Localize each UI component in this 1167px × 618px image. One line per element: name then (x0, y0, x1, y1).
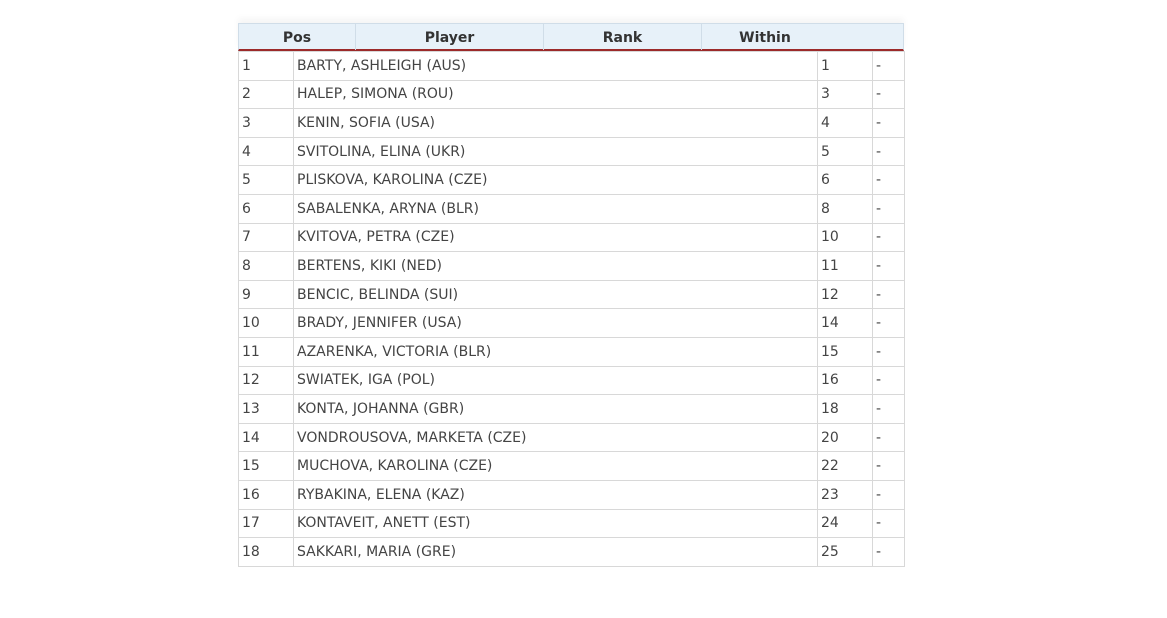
cell-within: - (872, 451, 905, 481)
cell-pos: 6 (238, 193, 294, 224)
cell-pos: 17 (238, 508, 294, 539)
cell-player: KVITOVA, PETRA (CZE) (293, 222, 818, 253)
table-row: 14 VONDROUSOVA, MARKETA (CZE) 20- (238, 422, 905, 453)
cell-rank: 11 (817, 251, 873, 281)
cell-pos: 16 (238, 479, 294, 510)
cell-pos: 1 (238, 51, 294, 81)
table-row: 18 SAKKARI, MARIA (GRE) 25- (238, 537, 905, 567)
cell-rank: 23 (817, 479, 873, 510)
cell-pos: 11 (238, 336, 294, 367)
cell-player: KONTA, JOHANNA (GBR) (293, 394, 818, 424)
header-pos[interactable]: Pos (239, 24, 356, 50)
cell-within: - (872, 165, 905, 195)
cell-rank: 1 (817, 51, 873, 81)
cell-rank: 22 (817, 451, 873, 481)
cell-pos: 7 (238, 222, 294, 253)
table-row: 6 SABALENKA, ARYNA (BLR) 8- (238, 193, 905, 224)
table-row: 5 PLISKOVA, KAROLINA (CZE) 6- (238, 165, 905, 195)
cell-player: AZARENKA, VICTORIA (BLR) (293, 336, 818, 367)
cell-within: - (872, 108, 905, 138)
cell-within: - (872, 508, 905, 539)
cell-within: - (872, 394, 905, 424)
table-row: 13 KONTA, JOHANNA (GBR) 18- (238, 394, 905, 424)
cell-rank: 18 (817, 394, 873, 424)
cell-rank: 5 (817, 136, 873, 167)
table-row: 3 KENIN, SOFIA (USA) 4- (238, 108, 905, 138)
table-row: 11 AZARENKA, VICTORIA (BLR) 15- (238, 336, 905, 367)
cell-player: KONTAVEIT, ANETT (EST) (293, 508, 818, 539)
table-header: Pos Player Rank Within (238, 23, 904, 51)
cell-rank: 3 (817, 79, 873, 110)
header-rank[interactable]: Rank (544, 24, 702, 50)
header-player[interactable]: Player (356, 24, 544, 50)
cell-within: - (872, 193, 905, 224)
cell-within: - (872, 308, 905, 338)
cell-pos: 8 (238, 251, 294, 281)
cell-rank: 20 (817, 422, 873, 453)
cell-pos: 2 (238, 79, 294, 110)
cell-player: BRADY, JENNIFER (USA) (293, 308, 818, 338)
cell-within: - (872, 251, 905, 281)
cell-within: - (872, 51, 905, 81)
table-row: 15 MUCHOVA, KAROLINA (CZE) 22- (238, 451, 905, 481)
cell-player: BERTENS, KIKI (NED) (293, 251, 818, 281)
cell-player: SABALENKA, ARYNA (BLR) (293, 193, 818, 224)
cell-rank: 6 (817, 165, 873, 195)
cell-player: PLISKOVA, KAROLINA (CZE) (293, 165, 818, 195)
cell-player: MUCHOVA, KAROLINA (CZE) (293, 451, 818, 481)
table-row: 2 HALEP, SIMONA (ROU) 3- (238, 79, 905, 110)
cell-within: - (872, 79, 905, 110)
table-row: 8 BERTENS, KIKI (NED) 11- (238, 251, 905, 281)
cell-rank: 24 (817, 508, 873, 539)
table-row: 9 BENCIC, BELINDA (SUI) 12- (238, 279, 905, 310)
cell-pos: 4 (238, 136, 294, 167)
header-within[interactable]: Within (702, 24, 904, 50)
table-body: 1 BARTY, ASHLEIGH (AUS) 1-2 HALEP, SIMONA (… (238, 51, 905, 567)
cell-within: - (872, 537, 905, 567)
cell-rank: 15 (817, 336, 873, 367)
cell-pos: 9 (238, 279, 294, 310)
cell-within: - (872, 279, 905, 310)
table-row: 12 SWIATEK, IGA (POL) 16- (238, 365, 905, 396)
cell-player: RYBAKINA, ELENA (KAZ) (293, 479, 818, 510)
cell-rank: 25 (817, 537, 873, 567)
cell-within: - (872, 222, 905, 253)
cell-rank: 10 (817, 222, 873, 253)
cell-within: - (872, 336, 905, 367)
cell-within: - (872, 365, 905, 396)
cell-pos: 15 (238, 451, 294, 481)
cell-rank: 8 (817, 193, 873, 224)
table-row: 17 KONTAVEIT, ANETT (EST) 24- (238, 508, 905, 539)
cell-player: SAKKARI, MARIA (GRE) (293, 537, 818, 567)
cell-within: - (872, 479, 905, 510)
cell-pos: 3 (238, 108, 294, 138)
cell-player: VONDROUSOVA, MARKETA (CZE) (293, 422, 818, 453)
cell-rank: 12 (817, 279, 873, 310)
cell-pos: 12 (238, 365, 294, 396)
table-row: 4 SVITOLINA, ELINA (UKR) 5- (238, 136, 905, 167)
cell-pos: 13 (238, 394, 294, 424)
cell-player: KENIN, SOFIA (USA) (293, 108, 818, 138)
table-row: 10 BRADY, JENNIFER (USA) 14- (238, 308, 905, 338)
cell-player: SVITOLINA, ELINA (UKR) (293, 136, 818, 167)
cell-within: - (872, 136, 905, 167)
cell-player: HALEP, SIMONA (ROU) (293, 79, 818, 110)
table-row: 1 BARTY, ASHLEIGH (AUS) 1- (238, 51, 905, 81)
cell-player: BENCIC, BELINDA (SUI) (293, 279, 818, 310)
table-row: 7 KVITOVA, PETRA (CZE) 10- (238, 222, 905, 253)
rankings-table: Pos Player Rank Within 1 BARTY, ASHLEIGH … (238, 23, 905, 567)
cell-pos: 10 (238, 308, 294, 338)
cell-rank: 4 (817, 108, 873, 138)
cell-pos: 14 (238, 422, 294, 453)
header-within-label: Within (739, 30, 791, 46)
cell-rank: 14 (817, 308, 873, 338)
cell-rank: 16 (817, 365, 873, 396)
cell-within: - (872, 422, 905, 453)
cell-player: SWIATEK, IGA (POL) (293, 365, 818, 396)
cell-pos: 5 (238, 165, 294, 195)
cell-pos: 18 (238, 537, 294, 567)
cell-player: BARTY, ASHLEIGH (AUS) (293, 51, 818, 81)
table-row: 16 RYBAKINA, ELENA (KAZ) 23- (238, 479, 905, 510)
